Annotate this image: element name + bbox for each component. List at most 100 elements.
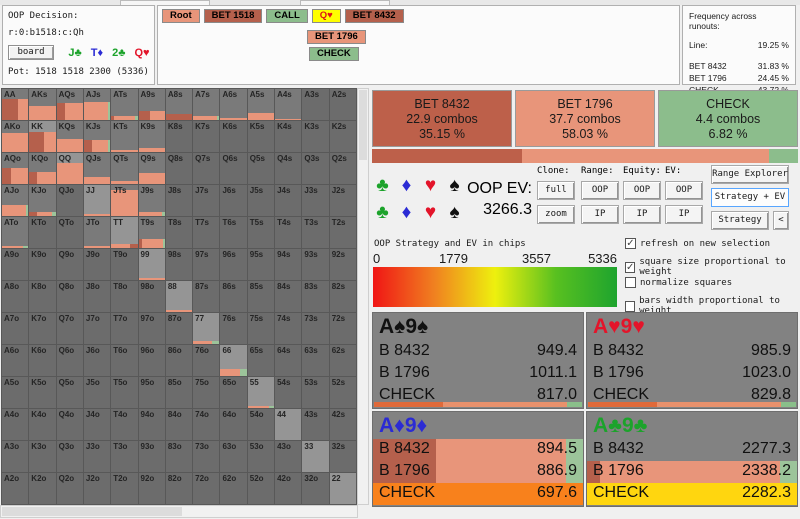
grid-cell[interactable]: QQ: [56, 153, 83, 184]
grid-cell[interactable]: K7o: [29, 313, 56, 344]
grid-cell[interactable]: T7s: [193, 217, 220, 248]
grid-cell[interactable]: 83s: [302, 281, 329, 312]
grid-cell[interactable]: 63s: [302, 345, 329, 376]
grid-cell[interactable]: 88: [165, 281, 193, 312]
checked-checkbox-icon[interactable]: ✓: [625, 238, 636, 249]
grid-cell[interactable]: 76s: [220, 313, 247, 344]
grid-cell[interactable]: A7s: [193, 89, 220, 120]
grid-cell[interactable]: T7o: [111, 313, 138, 344]
grid-cell[interactable]: T6o: [111, 345, 138, 376]
grid-cell[interactable]: 63o: [220, 441, 247, 472]
view-button[interactable]: Strategy: [711, 211, 769, 230]
grid-cell[interactable]: T5o: [111, 377, 138, 408]
grid-cell[interactable]: K2s: [329, 121, 356, 152]
board-button[interactable]: board: [8, 45, 54, 60]
grid-cell[interactable]: AKs: [29, 89, 56, 120]
grid-cell[interactable]: 22: [329, 473, 356, 504]
grid-cell[interactable]: KTs: [111, 121, 138, 152]
grid-cell[interactable]: 72o: [193, 473, 220, 504]
grid-cell[interactable]: 44: [275, 409, 302, 440]
breadcrumb-tab[interactable]: CHECK: [309, 47, 359, 61]
grid-cell[interactable]: Q6s: [220, 153, 247, 184]
grid-cell[interactable]: 93s: [302, 249, 329, 280]
grid-cell[interactable]: 32o: [302, 473, 329, 504]
grid-cell[interactable]: 87s: [193, 281, 220, 312]
grid-cell[interactable]: T5s: [247, 217, 275, 248]
breadcrumb-tab[interactable]: BET 1518: [203, 9, 263, 23]
grid-cell[interactable]: KQo: [29, 153, 56, 184]
grid-cell[interactable]: 84s: [275, 281, 302, 312]
grid-cell[interactable]: 64s: [275, 345, 302, 376]
grid-cell[interactable]: 42s: [329, 409, 356, 440]
grid-cell[interactable]: K3s: [302, 121, 329, 152]
grid-cell[interactable]: T8s: [165, 217, 193, 248]
grid-cell[interactable]: K3o: [29, 441, 56, 472]
grid-cell[interactable]: ATo: [2, 217, 29, 248]
grid-cell[interactable]: J9s: [138, 185, 165, 216]
breadcrumb-tab[interactable]: BET 1796: [307, 30, 366, 44]
display-option[interactable]: ✓ refresh on new selection: [625, 238, 770, 249]
action-summary-box[interactable]: CHECK 4.4 combos 6.82 %: [658, 90, 798, 147]
grid-cell[interactable]: 53o: [247, 441, 275, 472]
grid-cell[interactable]: K4s: [275, 121, 302, 152]
grid-cell[interactable]: AQs: [56, 89, 83, 120]
control-button[interactable]: IP: [665, 205, 703, 224]
grid-cell[interactable]: J4o: [83, 409, 111, 440]
grid-cell[interactable]: KTo: [29, 217, 56, 248]
grid-cell[interactable]: QTo: [56, 217, 83, 248]
grid-cell[interactable]: J6s: [220, 185, 247, 216]
view-button[interactable]: Strategy + EV: [711, 188, 789, 207]
breadcrumb-tab[interactable]: Q♥: [311, 9, 341, 23]
control-button[interactable]: OOP: [623, 181, 661, 200]
control-button[interactable]: IP: [623, 205, 661, 224]
grid-cell[interactable]: 55: [247, 377, 275, 408]
grid-cell[interactable]: 32s: [329, 441, 356, 472]
breadcrumb-tab[interactable]: Root: [162, 9, 200, 23]
grid-cell[interactable]: J9o: [83, 249, 111, 280]
grid-cell[interactable]: 94o: [138, 409, 165, 440]
grid-cell[interactable]: 62o: [220, 473, 247, 504]
grid-cell[interactable]: Q4s: [275, 153, 302, 184]
grid-cell[interactable]: KK: [29, 121, 56, 152]
grid-cell[interactable]: 43s: [302, 409, 329, 440]
grid-cell[interactable]: 73s: [302, 313, 329, 344]
grid-cell[interactable]: Q8o: [56, 281, 83, 312]
grid-cell[interactable]: J3s: [302, 185, 329, 216]
grid-cell[interactable]: Q9o: [56, 249, 83, 280]
grid-cell[interactable]: 53s: [302, 377, 329, 408]
grid-cell[interactable]: AA: [2, 89, 29, 120]
grid-cell[interactable]: QTs: [111, 153, 138, 184]
grid-cell[interactable]: 98s: [165, 249, 193, 280]
grid-cell[interactable]: 62s: [329, 345, 356, 376]
grid-cell[interactable]: 77: [193, 313, 220, 344]
grid-cell[interactable]: QJs: [83, 153, 111, 184]
grid-cell[interactable]: 97o: [138, 313, 165, 344]
scrollbar-thumb[interactable]: [359, 90, 367, 160]
grid-cell[interactable]: T3s: [302, 217, 329, 248]
grid-cell[interactable]: KJo: [29, 185, 56, 216]
grid-cell[interactable]: 84o: [165, 409, 193, 440]
grid-cell[interactable]: A5o: [2, 377, 29, 408]
control-button[interactable]: OOP: [581, 181, 619, 200]
club-icon[interactable]: ♣: [375, 176, 390, 195]
grid-cell[interactable]: J3o: [83, 441, 111, 472]
grid-cell[interactable]: K9s: [138, 121, 165, 152]
grid-cell[interactable]: 54s: [275, 377, 302, 408]
grid-cell[interactable]: Q8s: [165, 153, 193, 184]
grid-cell[interactable]: A2o: [2, 473, 29, 504]
club-icon[interactable]: ♣: [375, 203, 390, 222]
grid-cell[interactable]: JJ: [83, 185, 111, 216]
grid-cell[interactable]: 52s: [329, 377, 356, 408]
grid-cell[interactable]: 86o: [165, 345, 193, 376]
grid-cell[interactable]: T8o: [111, 281, 138, 312]
grid-horizontal-scrollbar[interactable]: [0, 505, 358, 518]
grid-cell[interactable]: Q2o: [56, 473, 83, 504]
grid-cell[interactable]: A4o: [2, 409, 29, 440]
grid-cell[interactable]: T2s: [329, 217, 356, 248]
grid-cell[interactable]: A3s: [302, 89, 329, 120]
control-button[interactable]: zoom: [537, 205, 575, 224]
grid-vertical-scrollbar[interactable]: [357, 88, 369, 505]
grid-cell[interactable]: T4o: [111, 409, 138, 440]
grid-cell[interactable]: 93o: [138, 441, 165, 472]
action-summary-box[interactable]: BET 8432 22.9 combos 35.15 %: [372, 90, 512, 147]
